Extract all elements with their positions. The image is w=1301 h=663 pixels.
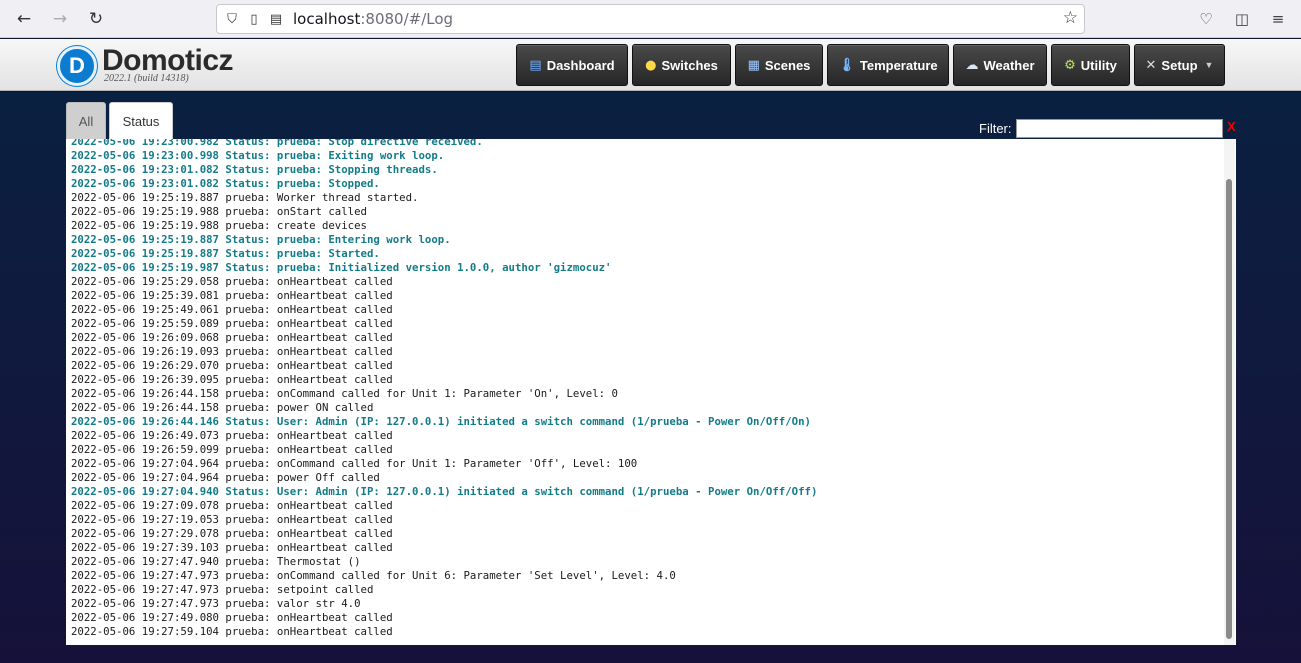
log-line: 2022-05-06 19:25:59.089 prueba: onHeartb… (71, 317, 393, 330)
log-line: 2022-05-06 19:25:19.988 prueba: create d… (71, 219, 367, 232)
menu-temperature[interactable]: 🌡 Temperature (827, 44, 949, 86)
log-line-status: 2022-05-06 19:23:01.082 Status: prueba: … (71, 177, 380, 190)
log-scrollbar[interactable] (1224, 139, 1235, 645)
log-line: 2022-05-06 19:25:19.988 prueba: onStart … (71, 205, 367, 218)
log-line: 2022-05-06 19:26:44.158 prueba: power ON… (71, 401, 374, 414)
log-line-status: 2022-05-06 19:23:01.082 Status: prueba: … (71, 163, 438, 176)
log-line: 2022-05-06 19:25:49.061 prueba: onHeartb… (71, 303, 393, 316)
log-line: 2022-05-06 19:27:39.103 prueba: onHeartb… (71, 541, 393, 554)
log-line: 2022-05-06 19:27:29.078 prueba: onHeartb… (71, 527, 393, 540)
app-version: 2022.1 (build 14318) (104, 73, 189, 84)
dashboard-icon: ▤ (529, 57, 542, 73)
log-panel[interactable]: 2022-05-06 19:23:00.982 Status: prueba: … (66, 139, 1236, 645)
log-line: 2022-05-06 19:27:04.964 prueba: onComman… (71, 457, 638, 470)
app-header: D Domoticz 2022.1 (build 14318) ▤ Dashbo… (0, 39, 1301, 91)
log-line: 2022-05-06 19:26:44.158 prueba: onComman… (71, 387, 618, 400)
log-line: 2022-05-06 19:27:04.964 prueba: power Of… (71, 471, 380, 484)
filter-clear-button[interactable]: X (1227, 119, 1236, 134)
cloud-rain-icon: ☁ (965, 57, 979, 73)
filter-label: Filter: (979, 121, 1012, 136)
log-scrollbar-thumb[interactable] (1226, 179, 1232, 639)
reload-icon[interactable]: ↻ (83, 6, 109, 32)
log-line: 2022-05-06 19:27:49.080 prueba: onHeartb… (71, 611, 393, 624)
forward-arrow-icon[interactable]: → (47, 6, 73, 32)
back-arrow-icon[interactable]: ← (11, 6, 37, 32)
domoticz-logo-icon[interactable]: D (57, 46, 97, 86)
browser-toolbar: ← → ↻ ⛉ ▯ ▤ localhost:8080/#/Log ☆ ♡ ◫ ≡ (0, 0, 1301, 38)
tools-icon: ✕ (1145, 57, 1157, 73)
menu-switches-label: Switches (661, 57, 718, 73)
filter-input[interactable] (1016, 119, 1223, 138)
tab-all[interactable]: All (66, 102, 106, 140)
log-line: 2022-05-06 19:25:39.081 prueba: onHeartb… (71, 289, 393, 302)
log-line-status: 2022-05-06 19:23:00.982 Status: prueba: … (71, 139, 483, 148)
log-line: 2022-05-06 19:26:49.073 prueba: onHeartb… (71, 429, 393, 442)
log-line-status: 2022-05-06 19:25:19.887 Status: prueba: … (71, 247, 380, 260)
pocket-icon[interactable]: ♡ (1193, 6, 1219, 32)
menu-setup-label: Setup (1161, 57, 1198, 73)
utility-icon: ⚙ (1064, 57, 1076, 73)
tab-status[interactable]: Status (109, 102, 173, 140)
lightbulb-icon: ● (645, 57, 657, 73)
log-line: 2022-05-06 19:26:19.093 prueba: onHeartb… (71, 345, 393, 358)
log-line-status: 2022-05-06 19:26:44.146 Status: User: Ad… (71, 415, 811, 428)
log-line-status: 2022-05-06 19:27:04.940 Status: User: Ad… (71, 485, 818, 498)
clapperboard-icon: ▦ (747, 57, 760, 73)
log-list: 2022-05-06 19:23:00.982 Status: prueba: … (71, 139, 1221, 639)
log-line-status: 2022-05-06 19:25:19.887 Status: prueba: … (71, 233, 451, 246)
bookmark-star-icon[interactable]: ☆ (1063, 8, 1078, 28)
shield-icon[interactable]: ⛉ (221, 8, 243, 30)
extension-icon[interactable]: ◫ (1229, 6, 1255, 32)
log-line: 2022-05-06 19:26:09.068 prueba: onHeartb… (71, 331, 393, 344)
log-line-status: 2022-05-06 19:23:00.998 Status: prueba: … (71, 149, 445, 162)
log-line: 2022-05-06 19:27:47.940 prueba: Thermost… (71, 555, 361, 568)
url-path: :8080/#/Log (360, 10, 454, 28)
menu-weather-label: Weather (983, 57, 1035, 73)
menu-scenes-label: Scenes (764, 57, 811, 73)
hamburger-menu-icon[interactable]: ≡ (1265, 6, 1291, 32)
menu-weather[interactable]: ☁ Weather (953, 44, 1047, 86)
url-text[interactable]: localhost:8080/#/Log (293, 10, 453, 28)
log-line: 2022-05-06 19:27:47.973 prueba: setpoint… (71, 583, 374, 596)
log-line: 2022-05-06 19:27:47.973 prueba: valor st… (71, 597, 361, 610)
chevron-down-icon: ▼ (1204, 60, 1214, 70)
menu-scenes[interactable]: ▦ Scenes (735, 44, 823, 86)
logo-letter: D (69, 53, 85, 78)
log-line-status: 2022-05-06 19:25:19.987 Status: prueba: … (71, 261, 612, 274)
menu-utility-label: Utility (1080, 57, 1117, 73)
log-line: 2022-05-06 19:26:59.099 prueba: onHeartb… (71, 443, 393, 456)
menu-temperature-label: Temperature (859, 57, 938, 73)
log-line: 2022-05-06 19:25:19.887 prueba: Worker t… (71, 191, 419, 204)
menu-switches[interactable]: ● Switches (632, 44, 731, 86)
menu-dashboard[interactable]: ▤ Dashboard (516, 44, 628, 86)
log-line: 2022-05-06 19:27:47.973 prueba: onComman… (71, 569, 676, 582)
reader-view-icon[interactable]: ▤ (265, 8, 287, 30)
address-bar[interactable]: ⛉ ▯ ▤ localhost:8080/#/Log ☆ (216, 4, 1085, 34)
menu-utility[interactable]: ⚙ Utility (1051, 44, 1130, 86)
log-line: 2022-05-06 19:26:29.070 prueba: onHeartb… (71, 359, 393, 372)
page-icon: ▯ (250, 11, 258, 27)
url-host: localhost (293, 10, 361, 28)
log-line: 2022-05-06 19:27:09.078 prueba: onHeartb… (71, 499, 393, 512)
log-line: 2022-05-06 19:25:29.058 prueba: onHeartb… (71, 275, 393, 288)
log-line: 2022-05-06 19:26:39.095 prueba: onHeartb… (71, 373, 393, 386)
menu-dashboard-label: Dashboard (546, 57, 615, 73)
thermometer-icon: 🌡 (838, 57, 855, 73)
menu-setup[interactable]: ✕ Setup ▼ (1134, 44, 1225, 86)
log-line: 2022-05-06 19:27:19.053 prueba: onHeartb… (71, 513, 393, 526)
log-line: 2022-05-06 19:27:59.104 prueba: onHeartb… (71, 625, 393, 638)
